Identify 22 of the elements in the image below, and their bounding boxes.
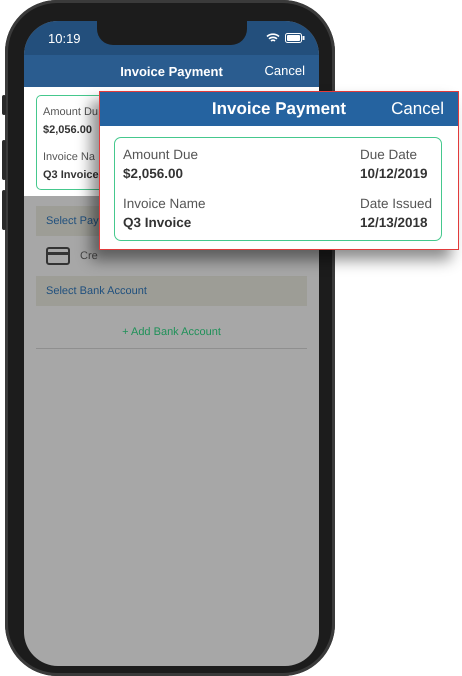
screen-title: Invoice Payment (212, 99, 346, 119)
field-value: 12/13/2018 (360, 215, 428, 230)
screen-title: Invoice Payment (120, 64, 223, 78)
field-value: Q3 Invoice (43, 169, 99, 181)
status-time: 10:19 (48, 30, 81, 46)
field-label: Due Date (360, 147, 417, 162)
field-label: Invoice Name (123, 196, 206, 211)
field-value: Q3 Invoice (123, 215, 192, 230)
cancel-button[interactable]: Cancel (391, 99, 444, 119)
select-row[interactable]: Select Bank Account (36, 276, 307, 306)
credit-card-icon (46, 247, 70, 265)
field-value: 10/12/2019 (360, 166, 428, 181)
battery-icon (285, 33, 305, 43)
field-label: Amount Du (43, 106, 98, 118)
payment-method-label[interactable]: Cre (80, 250, 98, 262)
field-label: Amount Due (123, 147, 198, 162)
wifi-icon (266, 33, 280, 43)
cancel-button[interactable]: Cancel (264, 63, 305, 78)
field-label: Date Issued (360, 196, 432, 211)
field-value: $2,056.00 (123, 166, 184, 181)
field-value: $2,056.00 (43, 124, 92, 136)
field-label: Invoice Na (43, 151, 95, 163)
